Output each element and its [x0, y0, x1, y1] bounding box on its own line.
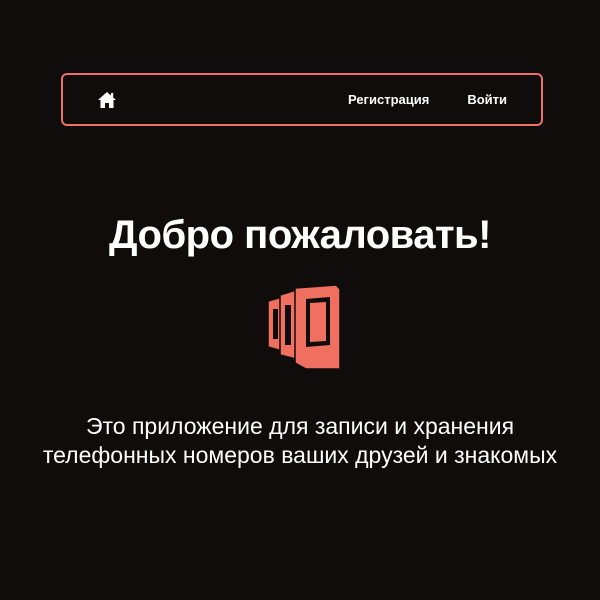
page: Регистрация Войти Добро пожаловать! Это …	[0, 0, 600, 600]
app-description: Это приложение для записи и хранения тел…	[42, 413, 558, 468]
nav-links: Регистрация Войти	[348, 75, 507, 124]
home-icon[interactable]	[97, 91, 117, 109]
navbar: Регистрация Войти	[61, 73, 543, 126]
register-link[interactable]: Регистрация	[348, 92, 429, 107]
login-link[interactable]: Войти	[467, 92, 507, 107]
stacked-pages-logo-icon	[262, 284, 342, 370]
page-title: Добро пожаловать!	[109, 213, 491, 257]
